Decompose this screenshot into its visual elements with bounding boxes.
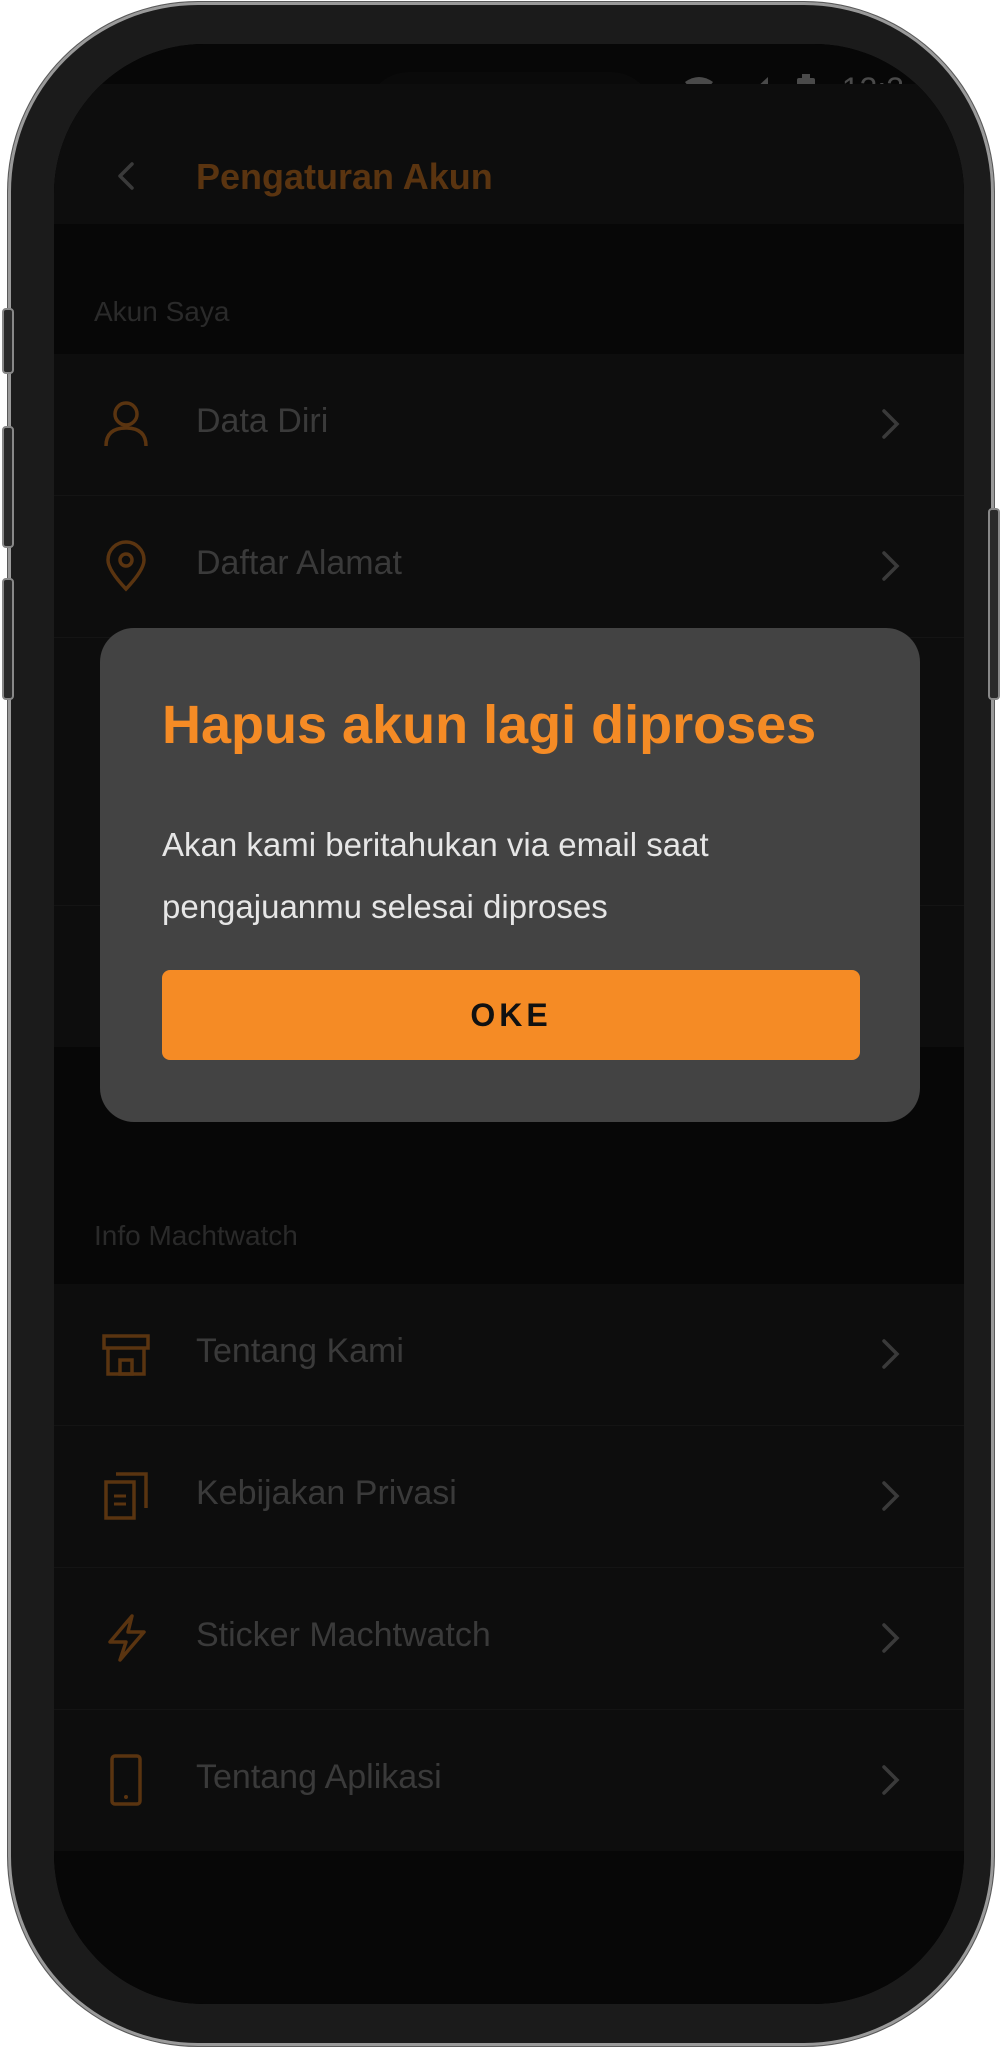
dialog-title: Hapus akun lagi diproses <box>162 695 817 755</box>
action-button <box>2 308 14 374</box>
phone-screen: 12:3 Pengaturan Akun Akun Saya <box>54 44 964 2004</box>
volume-up-button <box>2 426 14 548</box>
dialog-message: Akan kami beritahukan via email saat pen… <box>162 826 709 925</box>
ok-button[interactable]: OKE <box>162 970 860 1060</box>
account-settings-page: 12:3 Pengaturan Akun Akun Saya <box>54 44 964 2004</box>
delete-account-dialog: Hapus akun lagi diproses Akan kami berit… <box>100 628 920 1122</box>
volume-down-button <box>2 578 14 700</box>
phone-frame: 12:3 Pengaturan Akun Akun Saya <box>2 2 1000 2046</box>
power-button <box>988 508 1000 700</box>
